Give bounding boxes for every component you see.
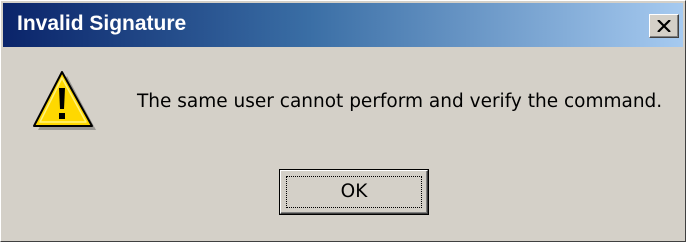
close-x-icon: [657, 20, 671, 32]
warning-icon: [33, 71, 96, 130]
invalid-signature-dialog: Invalid Signature The same user cannot p…: [0, 0, 686, 242]
ok-button[interactable]: OK: [279, 169, 429, 215]
window-title: Invalid Signature: [17, 12, 187, 35]
title-bar: Invalid Signature: [3, 3, 683, 47]
close-button[interactable]: [649, 14, 679, 38]
ok-button-label: OK: [340, 181, 368, 202]
message-text: The same user cannot perform and verify …: [137, 91, 663, 112]
